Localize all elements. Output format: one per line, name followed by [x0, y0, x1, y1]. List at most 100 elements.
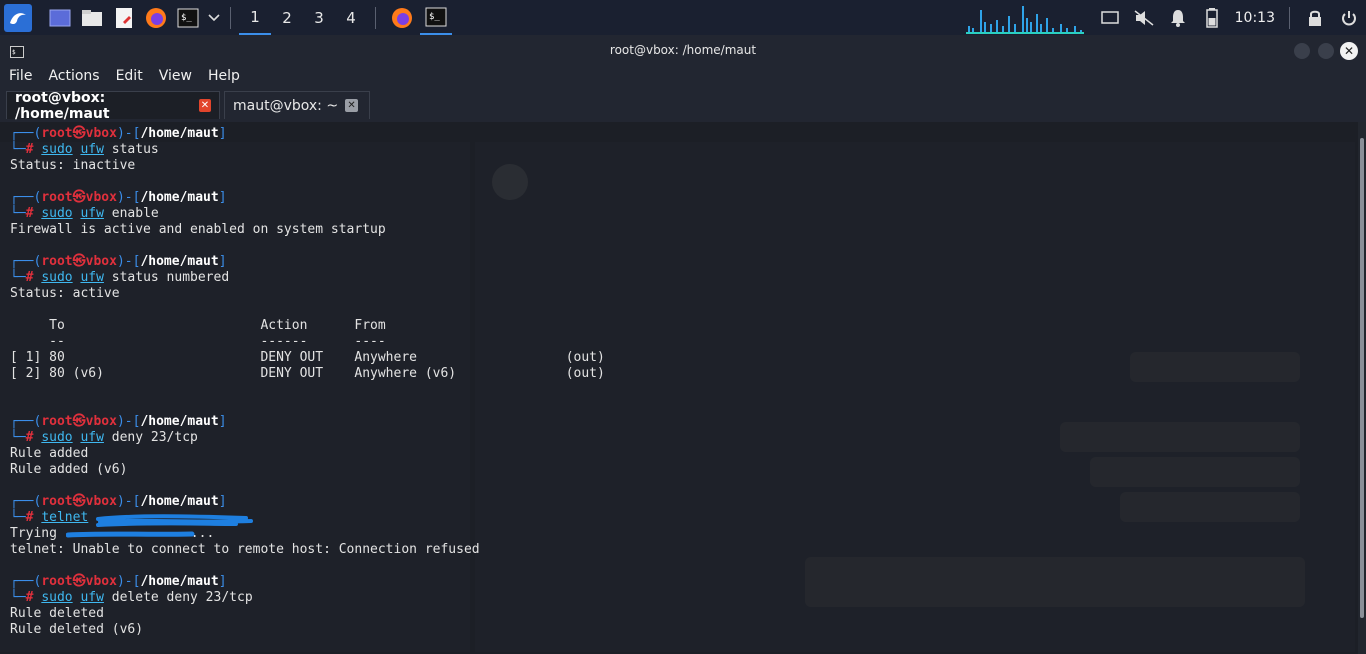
menu-help[interactable]: Help	[201, 65, 247, 89]
tab-root-vbox[interactable]: root@vbox: /home/maut ✕	[6, 89, 220, 122]
prompt-path: /home/maut	[140, 494, 219, 509]
prompt-frame: ]	[218, 574, 227, 589]
close-button[interactable]: ✕	[1340, 42, 1358, 60]
prompt-line: ┌──(root㉿vbox)-[/home/maut]	[10, 574, 227, 590]
output-line: To Action From	[10, 318, 386, 333]
prompt-line: ┌──(root㉿vbox)-[/home/maut]	[10, 126, 227, 142]
output-line: telnet: Unable to connect to remote host…	[10, 542, 480, 557]
prompt-frame: )-[	[116, 254, 141, 269]
prompt-hash: #	[25, 590, 34, 605]
kali-menu-icon[interactable]	[4, 3, 32, 32]
prompt-frame: └─	[10, 430, 26, 445]
prompt-host: vbox	[85, 126, 117, 141]
prompt-frame: ┌──(	[10, 254, 42, 269]
command-sudo: sudo	[41, 206, 73, 221]
output-line: [ 1] 80 DENY OUT Anywhere (out)	[10, 350, 605, 365]
prompt-frame: ┌──(	[10, 574, 42, 589]
command-args: status	[111, 142, 159, 157]
system-tray: 10:13	[1093, 0, 1366, 35]
prompt-at: ㉿	[72, 574, 86, 589]
prompt-frame: └─	[10, 510, 26, 525]
output-line: Rule added	[10, 446, 89, 461]
command-args: enable	[111, 206, 159, 221]
prompt-frame: ]	[218, 126, 227, 141]
lock-icon[interactable]	[1303, 6, 1327, 30]
taskbar-separator	[375, 6, 376, 29]
terminal-window-icon[interactable]: $_	[420, 0, 452, 35]
minimize-button[interactable]	[1294, 43, 1310, 59]
firefox-window-icon[interactable]	[388, 4, 416, 32]
tab-close-icon[interactable]: ✕	[345, 99, 359, 112]
terminal-launcher-icon[interactable]: $_	[174, 4, 202, 32]
terminal-scrollbar[interactable]	[1358, 122, 1366, 654]
maximize-button[interactable]	[1318, 43, 1334, 59]
prompt-user: root	[41, 190, 73, 205]
prompt-hash: #	[25, 430, 34, 445]
menu-file[interactable]: File	[2, 65, 39, 89]
prompt-hash: #	[25, 206, 34, 221]
command-line: └─# sudo ufw delete deny 23/tcp	[10, 590, 253, 606]
prompt-at: ㉿	[72, 254, 86, 269]
workspace-1[interactable]: 1	[239, 0, 271, 35]
prompt-host: vbox	[85, 190, 117, 205]
prompt-host: vbox	[85, 254, 117, 269]
command-args: deny 23/tcp	[111, 430, 198, 445]
prompt-frame: └─	[10, 206, 26, 221]
menu-actions[interactable]: Actions	[41, 65, 106, 89]
show-desktop-icon[interactable]	[46, 4, 74, 32]
command-args: delete deny 23/tcp	[111, 590, 253, 605]
command-line: └─# telnet	[10, 510, 88, 526]
taskbar-separator	[230, 6, 231, 29]
command-sudo: sudo	[41, 590, 73, 605]
prompt-frame: )-[	[116, 414, 141, 429]
power-icon[interactable]	[1337, 6, 1361, 30]
menu-edit[interactable]: Edit	[109, 65, 150, 89]
command-program: ufw	[80, 430, 104, 445]
prompt-at: ㉿	[72, 494, 86, 509]
battery-icon[interactable]	[1200, 6, 1224, 30]
chevron-down-icon[interactable]	[206, 4, 222, 32]
output-line: Status: active	[10, 286, 120, 301]
volume-muted-icon[interactable]	[1132, 6, 1156, 30]
tab-label: root@vbox: /home/maut	[15, 89, 110, 122]
prompt-user: root	[41, 494, 73, 509]
workspace-4[interactable]: 4	[335, 0, 367, 35]
terminal-output[interactable]: ┌──(root㉿vbox)-[/home/maut] └─# sudo ufw …	[0, 122, 1358, 654]
workspace-2[interactable]: 2	[271, 0, 303, 35]
prompt-line: ┌──(root㉿vbox)-[/home/maut]	[10, 254, 227, 270]
command-line: └─# sudo ufw status	[10, 142, 159, 158]
notification-bell-icon[interactable]	[1166, 6, 1190, 30]
output-line: Rule added (v6)	[10, 462, 128, 477]
prompt-at: ㉿	[72, 190, 86, 205]
tab-close-icon[interactable]: ✕	[198, 99, 211, 112]
cpu-graph-icon	[966, 6, 1084, 34]
prompt-frame: └─	[10, 142, 26, 157]
prompt-host: vbox	[85, 574, 117, 589]
scrollbar-thumb[interactable]	[1360, 138, 1364, 618]
redaction-scribble	[66, 531, 195, 538]
workspace-3[interactable]: 3	[303, 0, 335, 35]
command-program: ufw	[80, 270, 104, 285]
prompt-line: ┌──(root㉿vbox)-[/home/maut]	[10, 494, 227, 510]
file-manager-icon[interactable]	[78, 4, 106, 32]
prompt-host: vbox	[85, 494, 117, 509]
taskbar: $_ 1 2 3 4 $_ 10:13	[0, 0, 1366, 35]
text-editor-icon[interactable]	[110, 4, 138, 32]
menu-view[interactable]: View	[152, 65, 199, 89]
prompt-frame: └─	[10, 590, 26, 605]
output-line: Rule deleted (v6)	[10, 622, 144, 637]
command-args: status numbered	[111, 270, 230, 285]
output-line: -- ------ ----	[10, 334, 386, 349]
tray-separator	[1289, 6, 1290, 29]
display-icon[interactable]	[1098, 6, 1122, 30]
window-titlebar[interactable]: $ root@vbox: /home/maut ✕	[0, 35, 1366, 65]
prompt-path: /home/maut	[140, 126, 219, 141]
tab-maut-vbox[interactable]: maut@vbox: ~ ✕	[224, 91, 370, 119]
prompt-frame: ]	[218, 254, 227, 269]
command-sudo: sudo	[41, 270, 73, 285]
prompt-frame: ┌──(	[10, 494, 42, 509]
firefox-icon[interactable]	[142, 4, 170, 32]
prompt-user: root	[41, 574, 73, 589]
clock[interactable]: 10:13	[1235, 10, 1275, 26]
prompt-path: /home/maut	[140, 574, 219, 589]
